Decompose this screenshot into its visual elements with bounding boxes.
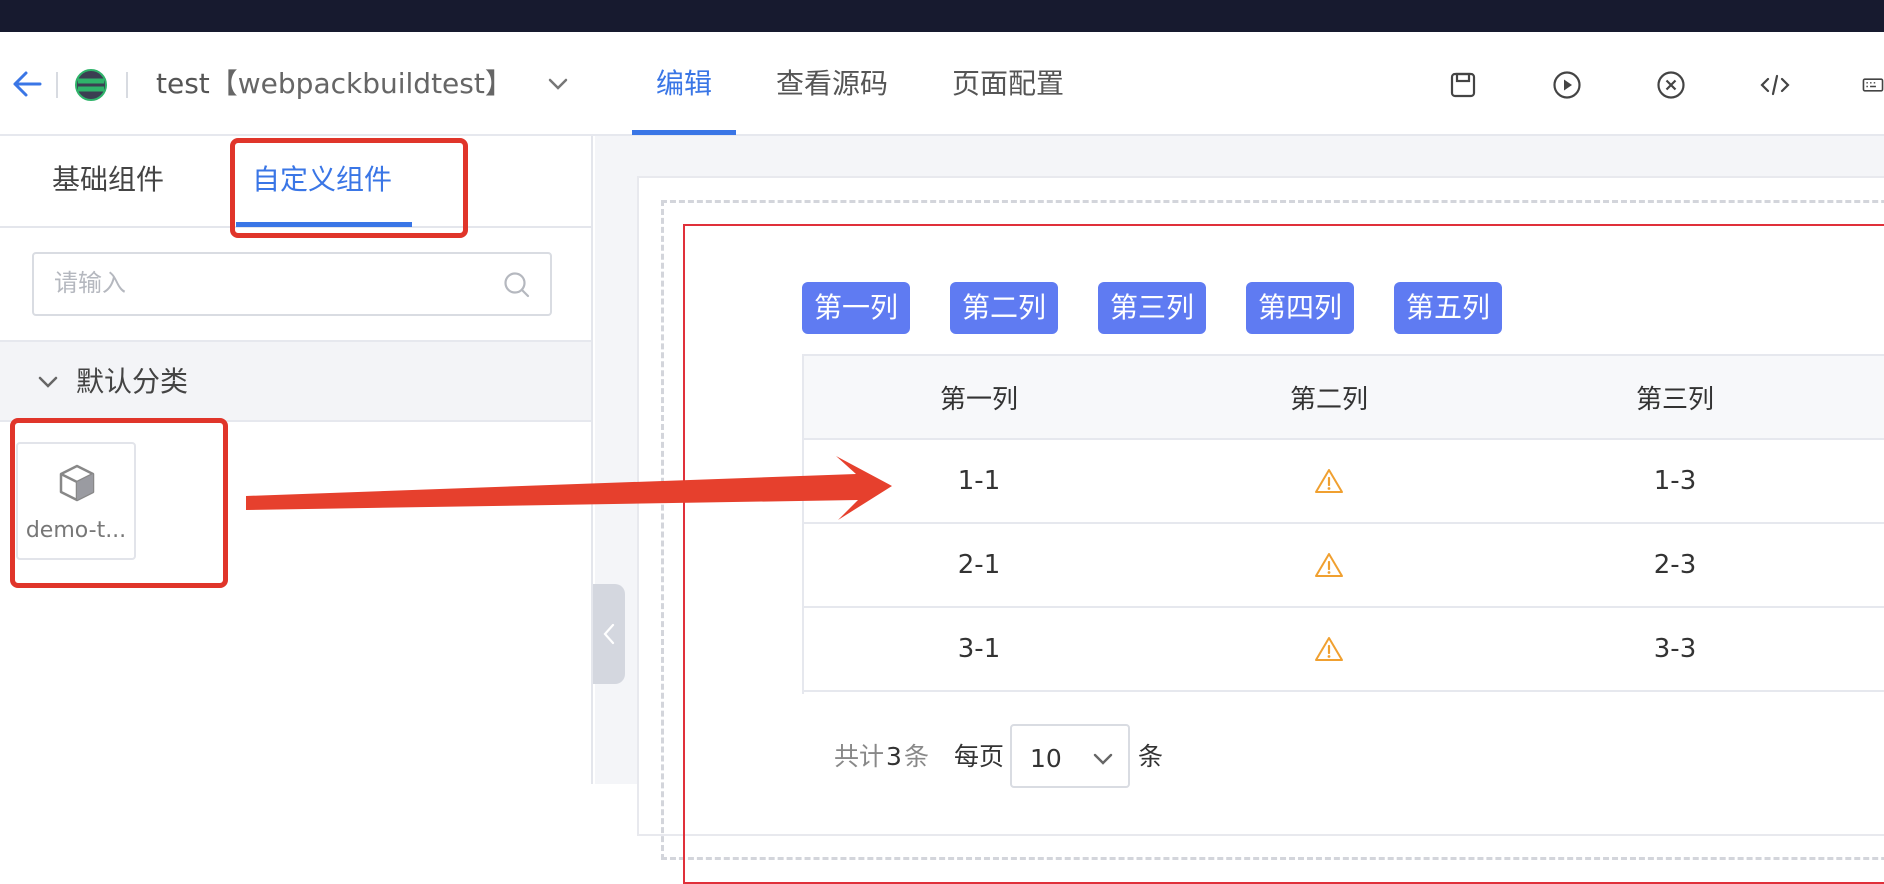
table-header: 第一列 第二列 第三列 bbox=[804, 356, 1884, 440]
annotation-highlight-component bbox=[10, 418, 228, 588]
page-size-value: 10 bbox=[1030, 744, 1062, 773]
keyboard-icon bbox=[1862, 78, 1884, 92]
active-tab-indicator bbox=[632, 130, 736, 135]
page-size-suffix: 条 bbox=[1138, 742, 1164, 771]
table-cell: 1-3 bbox=[1653, 466, 1697, 496]
tab-page-config[interactable]: 页面配置 bbox=[952, 64, 1064, 104]
chevron-down-icon bbox=[1093, 753, 1113, 765]
total-prefix: 共计 bbox=[834, 742, 885, 771]
save-icon bbox=[1450, 72, 1476, 98]
table-row[interactable]: 2-1 2-3 bbox=[804, 524, 1884, 608]
column-button-5[interactable]: 第五列 bbox=[1394, 282, 1503, 334]
tab-view-source[interactable]: 查看源码 bbox=[776, 64, 888, 104]
keyboard-button[interactable] bbox=[1862, 68, 1884, 102]
table-cell bbox=[1154, 440, 1504, 522]
table-cell bbox=[1154, 608, 1504, 690]
category-default[interactable]: 默认分类 bbox=[0, 340, 591, 422]
close-button[interactable] bbox=[1654, 68, 1688, 102]
close-circle-icon bbox=[1657, 71, 1685, 99]
search-icon[interactable] bbox=[502, 270, 532, 300]
column-header[interactable]: 第一列 bbox=[804, 356, 1154, 438]
tab-basic-components[interactable]: 基础组件 bbox=[52, 160, 164, 200]
column-header[interactable]: 第三列 bbox=[1504, 356, 1846, 438]
tab-edit[interactable]: 编辑 bbox=[656, 64, 712, 104]
column-button-2[interactable]: 第二列 bbox=[950, 282, 1059, 334]
warning-icon bbox=[1315, 469, 1343, 493]
total-count: 3 bbox=[886, 742, 902, 771]
app-project-name: 【webpackbuildtest】 bbox=[209, 67, 513, 100]
column-header[interactable]: 第二列 bbox=[1154, 356, 1504, 438]
warning-icon bbox=[1315, 637, 1343, 661]
app-name: test bbox=[156, 67, 210, 100]
page-size-select[interactable]: 10 bbox=[1010, 724, 1130, 788]
table-cell: 2-1 bbox=[957, 550, 1001, 580]
app-header: test【webpackbuildtest】 编辑 查看源码 页面配置 bbox=[0, 32, 1884, 136]
chevron-left-icon bbox=[603, 623, 615, 645]
table-cell: 2-3 bbox=[1653, 550, 1697, 580]
column-button-1[interactable]: 第一列 bbox=[802, 282, 911, 334]
window-top-strip bbox=[0, 0, 1884, 32]
per-page-label: 每页 bbox=[954, 742, 1005, 771]
code-button[interactable] bbox=[1758, 68, 1792, 102]
header-divider bbox=[126, 72, 128, 98]
play-icon bbox=[1553, 71, 1581, 99]
panel-collapse-handle[interactable] bbox=[593, 584, 625, 684]
chevron-down-icon bbox=[38, 376, 58, 388]
app-title: test【webpackbuildtest】 bbox=[156, 64, 513, 104]
table-row[interactable]: 1-1 1-3 bbox=[804, 440, 1884, 524]
table-cell: 3-1 bbox=[957, 634, 1001, 664]
warning-icon bbox=[1315, 553, 1343, 577]
data-table: 第一列 第二列 第三列 1-1 1-3 2-1 2-3 3-1 3-3 bbox=[802, 354, 1884, 694]
category-label: 默认分类 bbox=[76, 365, 189, 398]
annotation-highlight-custom-tab bbox=[230, 138, 468, 238]
chevron-down-icon[interactable] bbox=[544, 70, 572, 98]
header-divider bbox=[56, 72, 58, 98]
back-button[interactable] bbox=[10, 62, 44, 106]
search-input[interactable] bbox=[54, 266, 494, 302]
total-suffix: 条 bbox=[904, 742, 930, 771]
table-row[interactable]: 3-1 3-3 bbox=[804, 608, 1884, 692]
code-icon bbox=[1760, 74, 1790, 96]
table-cell bbox=[1154, 524, 1504, 606]
column-button-3[interactable]: 第三列 bbox=[1098, 282, 1207, 334]
app-logo-icon bbox=[75, 69, 107, 101]
component-search[interactable] bbox=[32, 252, 552, 316]
table-cell: 1-1 bbox=[957, 466, 1001, 496]
save-button[interactable] bbox=[1446, 68, 1480, 102]
arrow-left-icon bbox=[13, 71, 42, 97]
run-button[interactable] bbox=[1550, 68, 1584, 102]
table-cell: 3-3 bbox=[1653, 634, 1697, 664]
column-button-4[interactable]: 第四列 bbox=[1246, 282, 1355, 334]
